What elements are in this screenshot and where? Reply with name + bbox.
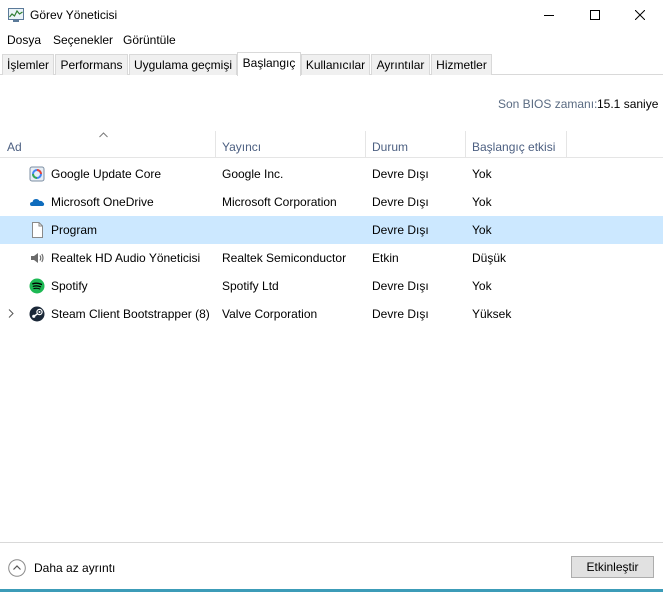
- column-divider[interactable]: [465, 131, 466, 158]
- tab-app-history[interactable]: Uygulama geçmişi: [129, 54, 237, 75]
- row-status: Devre Dışı: [372, 223, 429, 237]
- close-button[interactable]: [617, 0, 663, 30]
- tab-bar: İşlemler Performans Uygulama geçmişi Baş…: [0, 52, 663, 76]
- row-impact: Yok: [472, 167, 492, 181]
- column-startup-impact[interactable]: Başlangıç etkisi: [472, 140, 555, 154]
- row-impact: Yok: [472, 195, 492, 209]
- table-row[interactable]: Microsoft OneDrive Microsoft Corporation…: [0, 188, 663, 216]
- table-row[interactable]: Spotify Spotify Ltd Devre Dışı Yok: [0, 272, 663, 300]
- maximize-icon: [590, 10, 600, 20]
- fewer-details-link[interactable]: Daha az ayrıntı: [34, 561, 115, 575]
- table-row[interactable]: Steam Client Bootstrapper (8) Valve Corp…: [0, 300, 663, 328]
- menu-file[interactable]: Dosya: [7, 33, 41, 47]
- steam-icon: [29, 306, 45, 322]
- column-name[interactable]: Ad: [7, 140, 22, 154]
- maximize-button[interactable]: [572, 0, 618, 30]
- task-manager-icon: [8, 8, 24, 22]
- row-status: Devre Dışı: [372, 279, 429, 293]
- chevron-right-icon[interactable]: [8, 309, 14, 318]
- table-row[interactable]: Program Devre Dışı Yok: [0, 216, 663, 244]
- title-bar: Görev Yöneticisi: [0, 0, 663, 30]
- row-status: Devre Dışı: [372, 307, 429, 321]
- column-status[interactable]: Durum: [372, 140, 408, 154]
- row-status: Devre Dışı: [372, 195, 429, 209]
- minimize-icon: [544, 15, 554, 16]
- tab-performance[interactable]: Performans: [55, 54, 128, 75]
- onedrive-icon: [30, 199, 45, 206]
- row-name: Realtek HD Audio Yöneticisi: [51, 251, 201, 265]
- bios-time-value: 15.1 saniye: [597, 97, 659, 111]
- row-name: Steam Client Bootstrapper (8): [51, 307, 210, 321]
- menu-view[interactable]: Görüntüle: [123, 33, 176, 47]
- column-header-row: Ad Yayıncı Durum Başlangıç etkisi: [0, 131, 663, 158]
- column-divider[interactable]: [566, 131, 567, 158]
- row-publisher: Realtek Semiconductor: [222, 251, 347, 265]
- row-impact: Yok: [472, 223, 492, 237]
- footer-bar: Daha az ayrıntı Etkinleştir: [0, 542, 663, 592]
- spotify-icon: [29, 278, 45, 294]
- row-publisher: Microsoft Corporation: [222, 195, 337, 209]
- row-publisher: Valve Corporation: [222, 307, 318, 321]
- tab-processes[interactable]: İşlemler: [2, 54, 54, 75]
- blank-file-icon: [32, 222, 43, 238]
- row-name: Microsoft OneDrive: [51, 195, 154, 209]
- menu-options[interactable]: Seçenekler: [53, 33, 113, 47]
- row-status: Etkin: [372, 251, 399, 265]
- google-update-icon: [29, 166, 45, 182]
- column-divider[interactable]: [365, 131, 366, 158]
- tab-details[interactable]: Ayrıntılar: [371, 54, 430, 75]
- window-title: Görev Yöneticisi: [30, 8, 118, 22]
- collapse-chevron-icon[interactable]: [8, 559, 26, 577]
- tab-users[interactable]: Kullanıcılar: [301, 54, 370, 75]
- row-status: Devre Dışı: [372, 167, 429, 181]
- speaker-icon: [31, 253, 44, 263]
- row-impact: Yüksek: [472, 307, 512, 321]
- row-name: Spotify: [51, 279, 88, 293]
- tab-startup[interactable]: Başlangıç: [237, 52, 301, 76]
- table-row[interactable]: Realtek HD Audio Yöneticisi Realtek Semi…: [0, 244, 663, 272]
- column-divider[interactable]: [215, 131, 216, 158]
- enable-button[interactable]: Etkinleştir: [571, 556, 654, 578]
- row-impact: Düşük: [472, 251, 507, 265]
- table-row[interactable]: Google Update Core Google Inc. Devre Dış…: [0, 160, 663, 188]
- row-impact: Yok: [472, 279, 492, 293]
- row-name: Google Update Core: [51, 167, 162, 181]
- row-name: Program: [51, 223, 98, 237]
- row-publisher: Spotify Ltd: [222, 279, 279, 293]
- close-icon: [635, 10, 645, 20]
- menu-bar: Dosya Seçenekler Görüntüle: [0, 30, 663, 50]
- column-publisher[interactable]: Yayıncı: [222, 140, 261, 154]
- row-publisher: Google Inc.: [222, 167, 284, 181]
- minimize-button[interactable]: [526, 0, 572, 30]
- tab-services[interactable]: Hizmetler: [431, 54, 492, 75]
- bios-time-label: Son BIOS zamanı:: [498, 97, 598, 111]
